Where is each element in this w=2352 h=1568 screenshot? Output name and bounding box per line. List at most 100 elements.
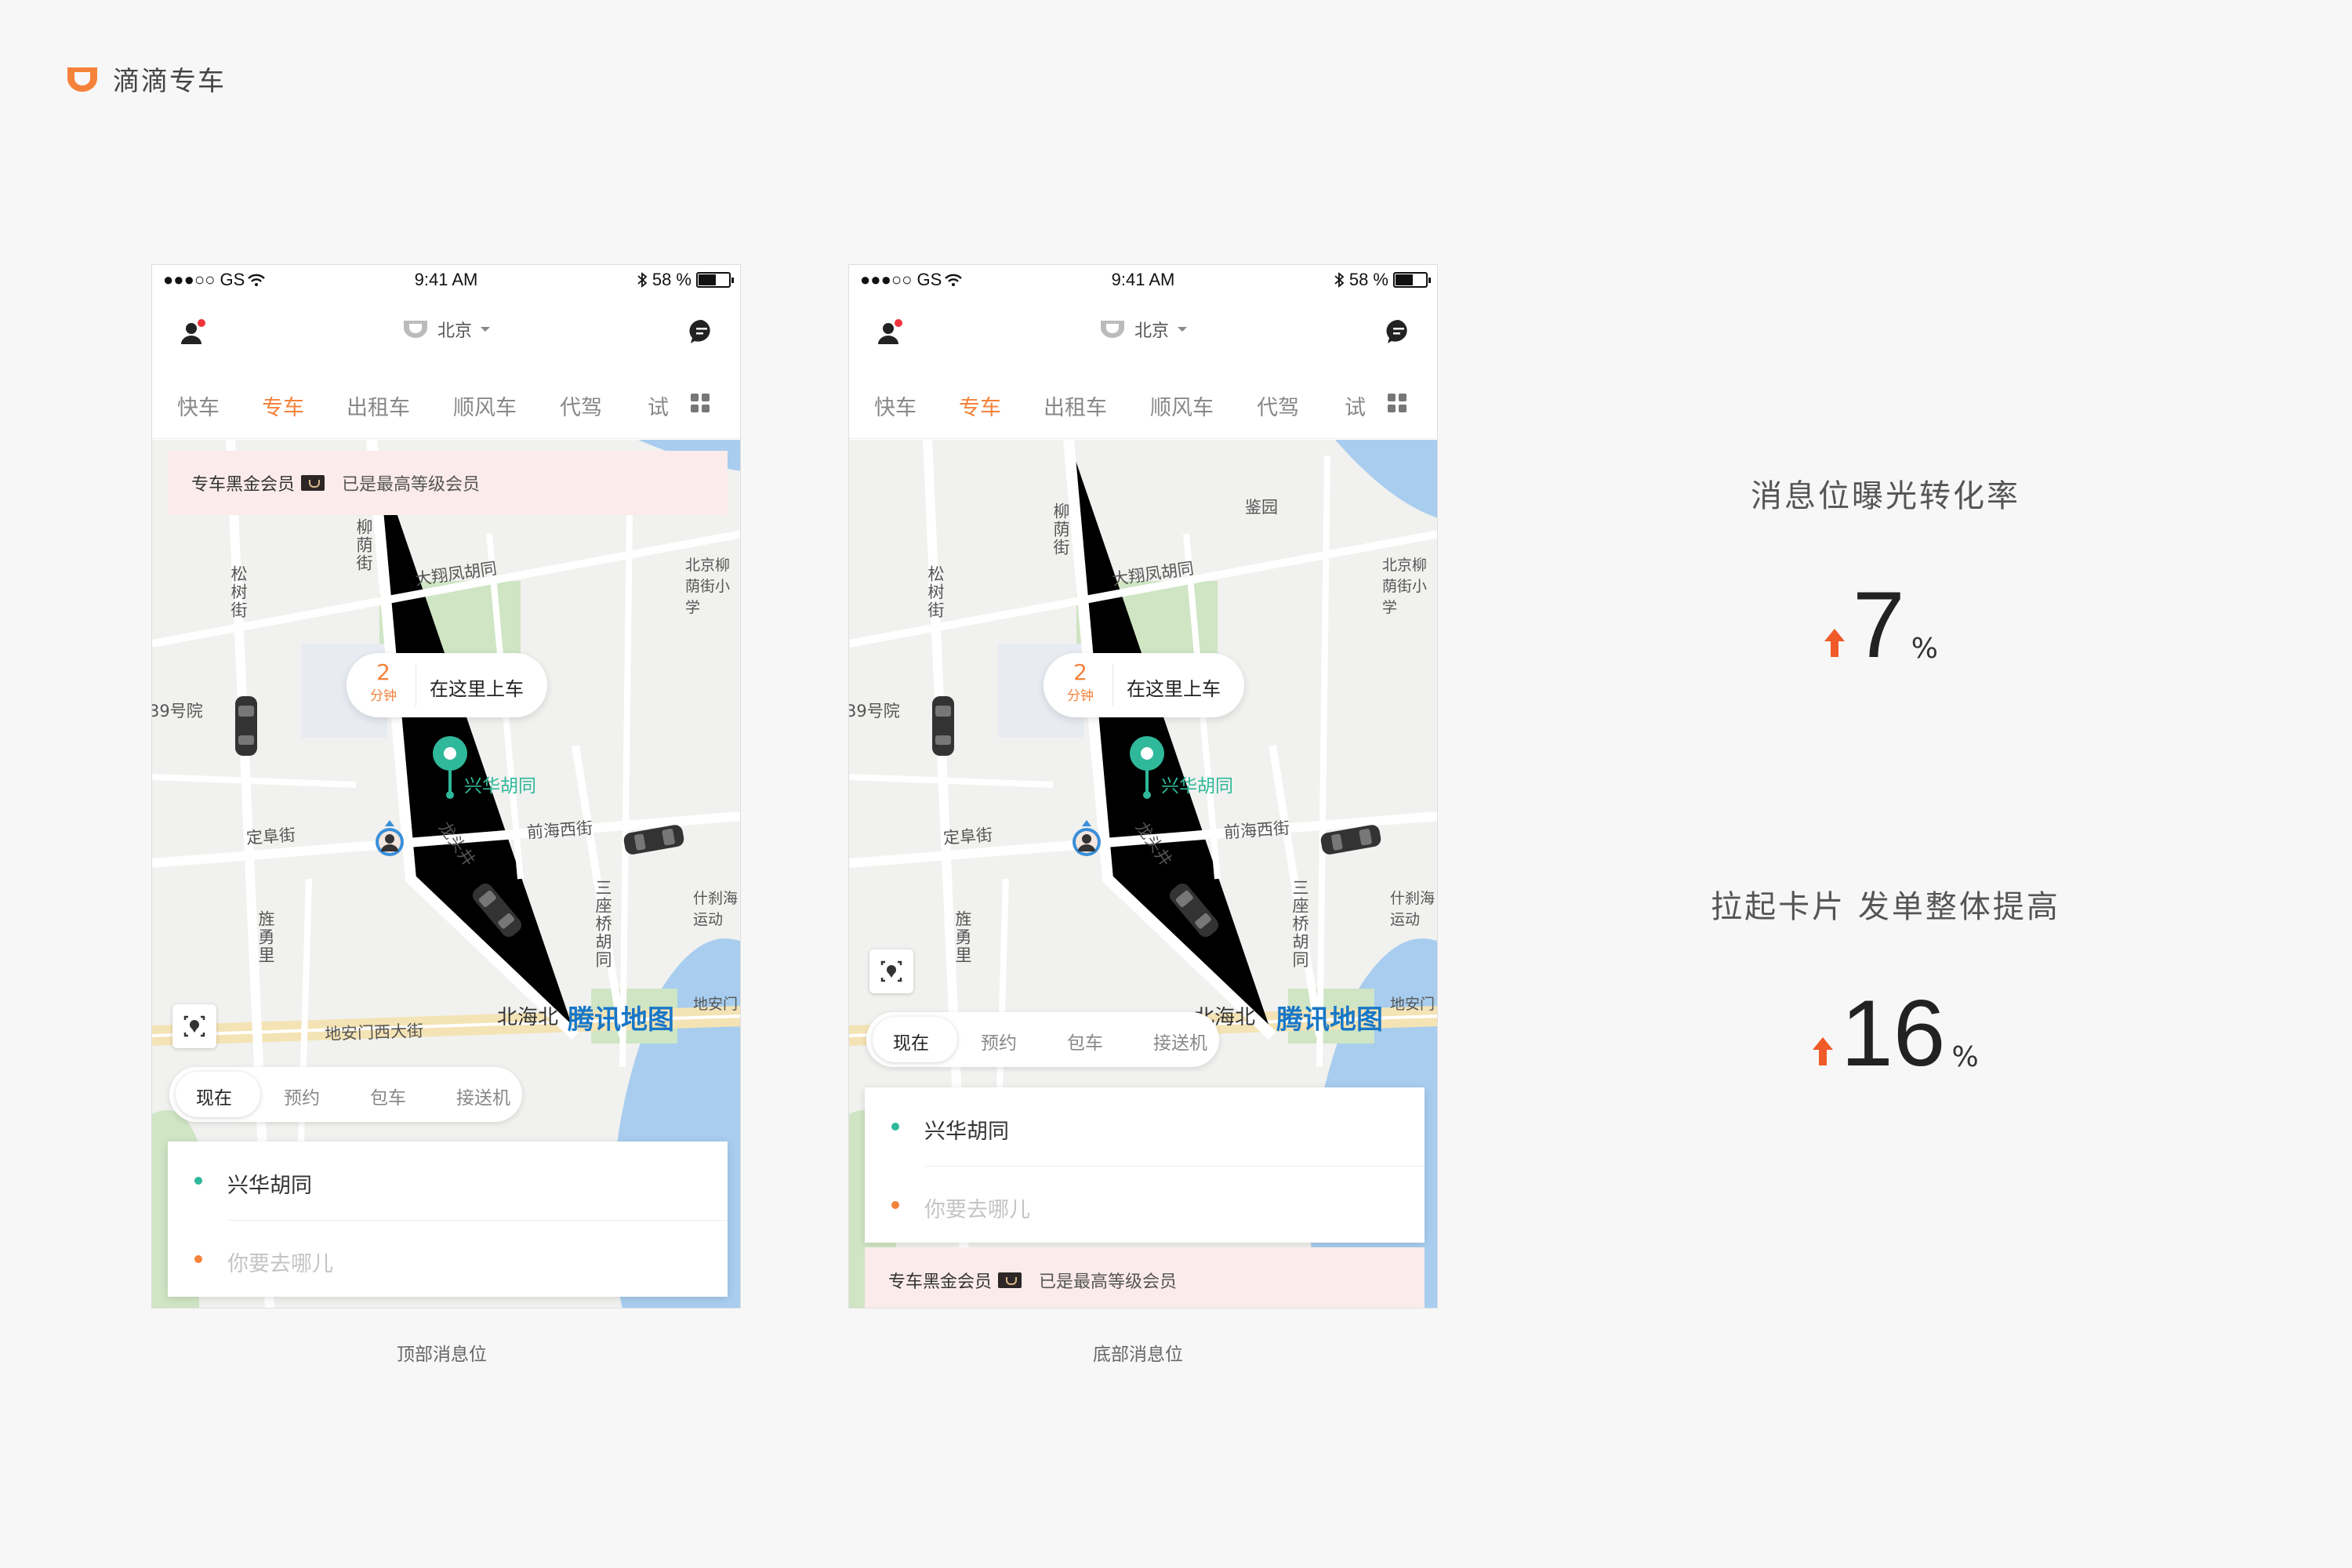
didi-logo-icon xyxy=(1100,321,1124,338)
pickup-text: 在这里上车 xyxy=(1127,678,1221,700)
battery-fill xyxy=(1396,274,1413,285)
more-services-icon[interactable] xyxy=(1387,393,1407,413)
map-label: 鉴园 xyxy=(1245,498,1278,517)
phone-mockup-top-banner: ●●●○○ GS 9:41 AM 58 % 北京 快车 专车 出租车 顺风车 代… xyxy=(151,264,741,1308)
tab-shi[interactable]: 试 xyxy=(648,390,669,421)
from-field[interactable]: 兴华胡同 xyxy=(865,1087,1425,1167)
stat-title-order-increase: 拉起卡片 发单整体提高 xyxy=(1711,889,2060,925)
map-label: 什刹海运动 xyxy=(693,890,739,928)
brand-name: 滴滴专车 xyxy=(113,66,226,97)
brand: 滴滴专车 xyxy=(63,60,226,98)
member-banner[interactable]: 专车黑金会员 已是最高等级会员 xyxy=(865,1247,1425,1308)
app-header: 北京 xyxy=(152,293,740,364)
map-label-pickup-street: 兴华胡同 xyxy=(1161,776,1233,797)
banner-title: 专车黑金会员 xyxy=(191,475,296,495)
mode-charter[interactable]: 包车 xyxy=(1067,1028,1103,1054)
mode-airport[interactable]: 接送机 xyxy=(456,1083,510,1109)
pickup-pin-icon xyxy=(1130,736,1164,799)
caption-bottom-banner: 底部消息位 xyxy=(1093,1345,1183,1365)
tab-shunfengche[interactable]: 顺风车 xyxy=(1150,390,1214,421)
map-label-station: 北海北 xyxy=(497,1006,559,1029)
to-dot-icon xyxy=(891,1201,899,1209)
to-field[interactable]: 你要去哪儿 xyxy=(865,1166,1425,1244)
message-icon[interactable] xyxy=(1385,318,1412,345)
tab-kuaiche[interactable]: 快车 xyxy=(874,390,916,421)
map-label: 地安门 xyxy=(693,996,739,1013)
black-gold-card-icon xyxy=(998,1272,1022,1288)
mode-charter[interactable]: 包车 xyxy=(370,1083,406,1109)
message-icon[interactable] xyxy=(688,318,715,345)
mode-reserve[interactable]: 预约 xyxy=(981,1028,1017,1054)
map-view[interactable]: 鉴园 松树街 柳荫街 大翔凤胡同 北京柳荫街小学 39号院 兴华胡同 定阜街 龙… xyxy=(849,440,1437,1308)
tab-taxi[interactable]: 出租车 xyxy=(1044,390,1107,421)
phone-mockup-bottom-banner: ●●●○○ GS 9:41 AM 58 % 北京 快车 专车 出租车 顺风车 代… xyxy=(848,264,1438,1308)
chevron-down-icon xyxy=(481,327,490,332)
map-label: 什刹海运动 xyxy=(1390,890,1436,928)
map-label: 旌勇里 xyxy=(256,910,275,964)
map-label: 定阜街 xyxy=(942,825,993,848)
stat-unit: % xyxy=(1951,1041,1979,1073)
banner-note: 已是最高等级会员 xyxy=(342,475,481,495)
app-header: 北京 xyxy=(849,293,1437,364)
city-selector[interactable]: 北京 xyxy=(849,317,1437,342)
eta: 2 分钟 xyxy=(1061,661,1100,705)
city-selector[interactable]: 北京 xyxy=(152,317,740,342)
tab-shi[interactable]: 试 xyxy=(1345,390,1366,421)
eta-value: 2 xyxy=(376,659,390,685)
tab-shunfengche[interactable]: 顺风车 xyxy=(453,390,517,421)
map-label: 39号院 xyxy=(152,702,203,720)
map-label: 前海西街 xyxy=(526,818,593,842)
booking-mode-tabs: 现在 预约 包车 接送机 xyxy=(866,1012,1219,1067)
map-label: 松树街 xyxy=(926,565,945,619)
service-tabs: 快车 专车 出租车 顺风车 代驾 试 xyxy=(152,364,740,439)
battery-fill xyxy=(699,274,716,285)
tab-daijia[interactable]: 代驾 xyxy=(560,390,602,421)
destination-placeholder: 你要去哪儿 xyxy=(227,1252,333,1276)
map-label: 三座桥胡同 xyxy=(593,879,612,969)
map-label: 39号院 xyxy=(849,702,900,720)
pickup-bubble[interactable]: 2 分钟 在这里上车 xyxy=(1044,653,1244,717)
more-services-icon[interactable] xyxy=(690,393,710,413)
map-view[interactable]: 专车黑金会员 已是最高等级会员 松树街 柳荫街 大翔凤胡同 北京柳荫街小学 39… xyxy=(152,440,740,1308)
map-label: 松树街 xyxy=(229,565,248,619)
map-label: 柳荫街 xyxy=(1051,503,1070,557)
user-location-icon xyxy=(1073,820,1101,856)
tencent-map-watermark: 腾讯地图 xyxy=(568,1004,674,1036)
tab-kuaiche[interactable]: 快车 xyxy=(177,390,220,421)
user-location-icon xyxy=(376,820,404,856)
trend-up-arrow-icon xyxy=(1824,629,1845,657)
locate-button[interactable] xyxy=(172,1004,216,1048)
stat-number: 16 xyxy=(1841,981,1946,1086)
city-label: 北京 xyxy=(437,321,472,341)
chevron-down-icon xyxy=(1178,327,1187,332)
booking-mode-tabs: 现在 预约 包车 接送机 xyxy=(169,1067,522,1122)
stat-unit: % xyxy=(1911,633,1938,665)
to-field[interactable]: 你要去哪儿 xyxy=(168,1220,728,1298)
status-bar: ●●●○○ GS 9:41 AM 58 % xyxy=(152,265,740,293)
from-field[interactable]: 兴华胡同 xyxy=(168,1142,728,1221)
tab-zhuanche[interactable]: 专车 xyxy=(959,390,1001,421)
locate-button[interactable] xyxy=(869,949,913,993)
mode-now[interactable]: 现在 xyxy=(196,1083,232,1109)
tab-zhuanche[interactable]: 专车 xyxy=(262,390,304,421)
pickup-pin-icon xyxy=(433,736,467,799)
stat-value-order-increase: 16 % xyxy=(1811,981,1979,1086)
pickup-text: 在这里上车 xyxy=(430,678,524,700)
tab-taxi[interactable]: 出租车 xyxy=(347,390,410,421)
mode-airport[interactable]: 接送机 xyxy=(1153,1028,1207,1054)
map-label: 柳荫街 xyxy=(354,518,373,572)
from-dot-icon xyxy=(194,1177,202,1185)
member-banner[interactable]: 专车黑金会员 已是最高等级会员 xyxy=(168,451,728,515)
map-label: 三座桥胡同 xyxy=(1290,879,1309,969)
service-tabs: 快车 专车 出租车 顺风车 代驾 试 xyxy=(849,364,1437,439)
address-card: 兴华胡同 你要去哪儿 xyxy=(865,1087,1425,1243)
pickup-bubble[interactable]: 2 分钟 在这里上车 xyxy=(347,653,547,717)
mode-now[interactable]: 现在 xyxy=(893,1028,929,1054)
locate-icon xyxy=(880,960,902,982)
bluetooth-icon xyxy=(637,272,648,288)
city-label: 北京 xyxy=(1134,321,1169,341)
didi-logo-icon xyxy=(67,67,97,92)
mode-reserve[interactable]: 预约 xyxy=(284,1083,320,1109)
tab-daijia[interactable]: 代驾 xyxy=(1257,390,1299,421)
map-label: 北京柳荫街小学 xyxy=(1382,557,1428,616)
